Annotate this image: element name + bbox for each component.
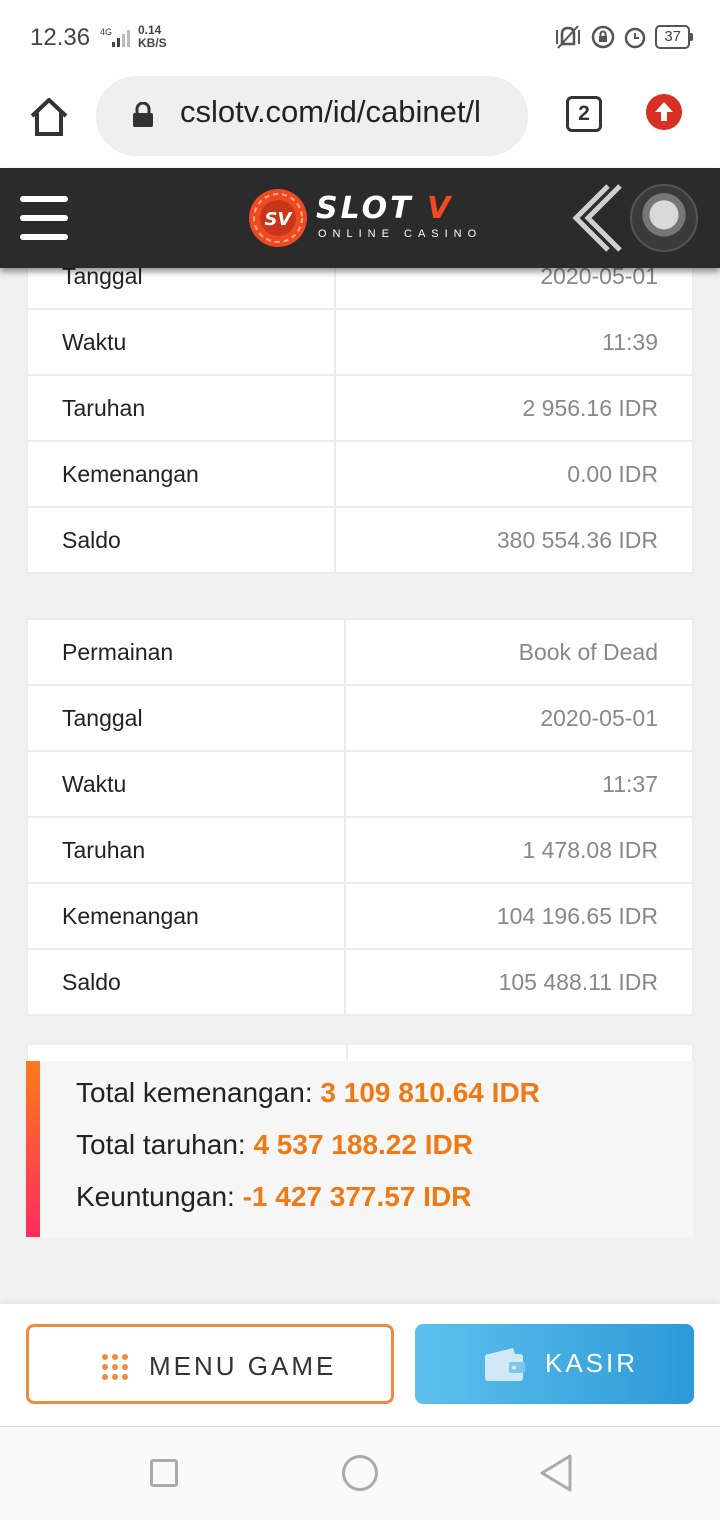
row-label: Kemenangan bbox=[26, 882, 346, 950]
update-icon[interactable] bbox=[646, 94, 682, 130]
totals-summary: Total kemenangan: 3 109 810.64 IDR Total… bbox=[26, 1061, 694, 1237]
row-label: Kemenangan bbox=[26, 440, 336, 508]
row-label: Taruhan bbox=[26, 374, 336, 442]
row-label: Waktu bbox=[26, 750, 346, 818]
total-win-value: 3 109 810.64 IDR bbox=[320, 1077, 540, 1108]
battery-indicator: 37 bbox=[655, 25, 693, 49]
signal-icon: 4G bbox=[100, 27, 130, 47]
logo-wordmark[interactable]: SLOT V bbox=[316, 194, 453, 224]
profit-value: -1 427 377.57 IDR bbox=[242, 1181, 472, 1212]
address-bar[interactable]: cslotv.com/id/cabinet/l bbox=[96, 76, 528, 156]
speed-unit: KB/S bbox=[138, 36, 167, 50]
browser-toolbar: cslotv.com/id/cabinet/l 2 bbox=[0, 76, 720, 168]
row-label: Taruhan bbox=[26, 816, 346, 884]
total-bet-value: 4 537 188.22 IDR bbox=[253, 1129, 473, 1160]
row-value: 11:37 bbox=[344, 750, 694, 818]
transaction-card-2: Permainan Book of Dead Tanggal 2020-05-0… bbox=[26, 618, 694, 1016]
row-label: Tanggal bbox=[26, 268, 336, 310]
row-value: 105 488.11 IDR bbox=[344, 948, 694, 1016]
kasir-label: KASIR bbox=[545, 1348, 639, 1378]
row-label: Tanggal bbox=[26, 684, 346, 752]
profit-label: Keuntungan: bbox=[76, 1181, 235, 1212]
menu-game-button[interactable]: MENU GAME bbox=[26, 1324, 394, 1404]
row-value: 2 956.16 IDR bbox=[334, 374, 694, 442]
row-value: 2020-05-01 bbox=[334, 268, 694, 310]
row-value: 2020-05-01 bbox=[344, 684, 694, 752]
system-nav-bar bbox=[0, 1426, 720, 1520]
table-row: Kemenangan 104 196.65 IDR bbox=[26, 882, 694, 950]
network-type-label: 4G bbox=[100, 27, 112, 37]
lock-icon bbox=[133, 102, 153, 127]
transaction-card-1: Tanggal 2020-05-01 Waktu 11:39 Taruhan 2… bbox=[26, 268, 694, 574]
row-value: 104 196.65 IDR bbox=[344, 882, 694, 950]
row-value: 11:39 bbox=[334, 308, 694, 376]
wallet-icon bbox=[485, 1348, 525, 1381]
status-bar: 12.36 4G 0.14 KB/S 37 bbox=[0, 0, 720, 76]
url-text: cslotv.com/id/cabinet/l bbox=[180, 94, 481, 129]
row-value: Book of Dead bbox=[344, 618, 694, 686]
table-row: Tanggal 2020-05-01 bbox=[26, 268, 694, 310]
table-row: Taruhan 1 478.08 IDR bbox=[26, 816, 694, 884]
avatar[interactable] bbox=[630, 184, 698, 252]
table-row: Waktu 11:39 bbox=[26, 308, 694, 376]
row-value: 380 554.36 IDR bbox=[334, 506, 694, 574]
table-row: Kemenangan 0.00 IDR bbox=[26, 440, 694, 508]
row-label: Saldo bbox=[26, 506, 336, 574]
back-icon[interactable] bbox=[538, 1453, 574, 1493]
row-label: Waktu bbox=[26, 308, 336, 376]
network-speed: 0.14 KB/S bbox=[138, 24, 167, 50]
transaction-history: Tanggal 2020-05-01 Waktu 11:39 Taruhan 2… bbox=[0, 268, 720, 1304]
logo-badge-text: SV bbox=[265, 209, 294, 230]
total-bet-label: Total taruhan: bbox=[76, 1129, 246, 1160]
table-row: Saldo 105 488.11 IDR bbox=[26, 948, 694, 1016]
row-label: Permainan bbox=[26, 618, 346, 686]
logo-word: SLOT bbox=[316, 191, 414, 226]
back-chevron-icon[interactable] bbox=[568, 182, 624, 254]
table-row: Taruhan 2 956.16 IDR bbox=[26, 374, 694, 442]
site-header: SV SLOT V ONLINE CASINO bbox=[0, 168, 720, 268]
recent-apps-icon[interactable] bbox=[150, 1459, 178, 1487]
status-time: 12.36 bbox=[30, 24, 91, 51]
home-button-icon[interactable] bbox=[342, 1455, 378, 1491]
logo-subtitle: ONLINE CASINO bbox=[318, 228, 483, 240]
menu-game-label: MENU GAME bbox=[149, 1351, 337, 1381]
total-win-label: Total kemenangan: bbox=[76, 1077, 313, 1108]
row-value: 1 478.08 IDR bbox=[344, 816, 694, 884]
slotv-logo-badge[interactable]: SV bbox=[248, 188, 308, 248]
lock-rotation-icon bbox=[592, 25, 615, 49]
total-bet-line: Total taruhan: 4 537 188.22 IDR bbox=[76, 1129, 473, 1161]
kasir-button[interactable]: KASIR bbox=[415, 1324, 694, 1404]
row-value: 0.00 IDR bbox=[334, 440, 694, 508]
alarm-icon bbox=[625, 27, 646, 49]
row-label: Saldo bbox=[26, 948, 346, 1016]
table-row: Saldo 380 554.36 IDR bbox=[26, 506, 694, 574]
profit-line: Keuntungan: -1 427 377.57 IDR bbox=[76, 1181, 471, 1213]
table-row: Waktu 11:37 bbox=[26, 750, 694, 818]
logo-word-accent: V bbox=[427, 191, 454, 226]
hamburger-menu-icon[interactable] bbox=[20, 196, 68, 240]
table-row: Permainan Book of Dead bbox=[26, 618, 694, 686]
tab-switcher-button[interactable]: 2 bbox=[566, 96, 602, 132]
vibrate-icon bbox=[556, 25, 581, 49]
home-icon[interactable] bbox=[28, 96, 70, 138]
total-win-line: Total kemenangan: 3 109 810.64 IDR bbox=[76, 1077, 540, 1109]
bottom-action-bar: MENU GAME KASIR bbox=[0, 1304, 720, 1426]
table-row: Tanggal 2020-05-01 bbox=[26, 684, 694, 752]
next-card-edge bbox=[26, 1045, 694, 1061]
totals-accent-bar bbox=[26, 1061, 40, 1237]
grid-dots-icon bbox=[102, 1354, 128, 1380]
